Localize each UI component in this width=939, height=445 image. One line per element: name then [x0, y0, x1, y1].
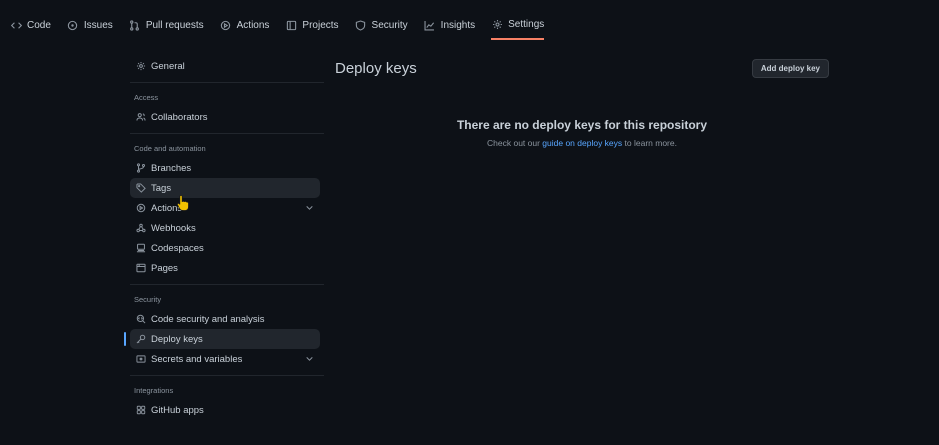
- sidebar-item-general[interactable]: General: [130, 56, 320, 76]
- tab-label: Settings: [508, 18, 545, 30]
- sidebar-heading-code-automation: Code and automation: [134, 144, 206, 153]
- sidebar-item-label: Webhooks: [151, 222, 196, 234]
- sidebar-item-actions[interactable]: Actions: [130, 198, 320, 218]
- sidebar-item-label: Secrets and variables: [151, 353, 243, 365]
- divider: [130, 284, 324, 285]
- people-icon: [135, 112, 146, 123]
- shield-icon: [355, 19, 367, 31]
- tab-label: Pull requests: [145, 19, 204, 31]
- apps-icon: [135, 405, 146, 416]
- sidebar-item-code-security[interactable]: Code security and analysis: [130, 309, 320, 329]
- chevron-down-icon: [306, 206, 313, 210]
- codescan-icon: [135, 314, 146, 325]
- webhook-icon: [135, 223, 146, 234]
- sidebar-item-label: Tags: [151, 182, 172, 194]
- sidebar-item-pages[interactable]: Pages: [130, 258, 320, 278]
- deploy-keys-guide-link[interactable]: guide on deploy keys: [542, 138, 622, 148]
- gear-icon: [135, 61, 146, 72]
- play-icon: [220, 19, 232, 31]
- code-icon: [10, 19, 22, 31]
- sidebar-item-tags[interactable]: Tags: [130, 178, 320, 198]
- blank-state: There are no deploy keys for this reposi…: [335, 118, 829, 148]
- tab-actions[interactable]: Actions: [220, 10, 270, 40]
- git-pull-request-icon: [129, 19, 141, 31]
- sidebar-heading-integrations: Integrations: [134, 386, 174, 395]
- sidebar-heading-access: Access: [134, 93, 159, 102]
- git-branch-icon: [135, 163, 146, 174]
- sidebar-heading-security: Security: [134, 295, 162, 304]
- key-asterisk-icon: [135, 354, 146, 365]
- sidebar-item-codespaces[interactable]: Codespaces: [130, 238, 320, 258]
- sidebar-item-label: GitHub apps: [151, 404, 204, 416]
- repo-nav: Code Issues Pull requests Actions Projec…: [0, 0, 939, 50]
- sidebar-item-label: Deploy keys: [151, 333, 203, 345]
- blank-state-title: There are no deploy keys for this reposi…: [456, 118, 708, 132]
- sidebar-item-secrets[interactable]: Secrets and variables: [130, 349, 320, 369]
- sidebar-item-label: Codespaces: [151, 242, 204, 254]
- hand-cursor-icon: [176, 194, 189, 211]
- sidebar-item-label: Branches: [151, 162, 192, 174]
- blank-desc-prefix: Check out our: [487, 138, 543, 148]
- tab-projects[interactable]: Projects: [285, 10, 339, 40]
- blank-desc-suffix: to learn more.: [622, 138, 677, 148]
- divider: [130, 375, 324, 376]
- tab-insights[interactable]: Insights: [424, 10, 475, 40]
- tab-label: Insights: [440, 19, 476, 31]
- tab-label: Actions: [236, 19, 270, 31]
- tab-label: Security: [371, 19, 408, 31]
- browser-icon: [135, 263, 146, 274]
- page-title: Deploy keys: [335, 60, 417, 77]
- tab-label: Code: [27, 19, 51, 31]
- table-icon: [285, 19, 297, 31]
- tab-issues[interactable]: Issues: [67, 10, 113, 40]
- add-deploy-key-button[interactable]: Add deploy key: [751, 59, 829, 78]
- divider: [130, 133, 324, 134]
- sidebar-item-deploy-keys[interactable]: Deploy keys: [124, 329, 320, 349]
- tab-security[interactable]: Security: [355, 10, 408, 40]
- sidebar-item-label: General: [151, 60, 185, 72]
- tab-label: Issues: [83, 19, 113, 31]
- sidebar-item-github-apps[interactable]: GitHub apps: [130, 400, 320, 420]
- tag-icon: [135, 183, 146, 194]
- key-icon: [135, 334, 146, 345]
- sidebar-item-label: Collaborators: [151, 111, 208, 123]
- tab-pull-requests[interactable]: Pull requests: [129, 10, 204, 40]
- graph-icon: [424, 19, 436, 31]
- tab-settings[interactable]: Settings: [491, 10, 545, 40]
- divider: [130, 82, 324, 83]
- chevron-down-icon: [306, 357, 313, 361]
- sidebar-item-branches[interactable]: Branches: [130, 158, 320, 178]
- settings-sidebar: General Access Collaborators Code and au…: [124, 54, 324, 420]
- sidebar-item-webhooks[interactable]: Webhooks: [130, 218, 320, 238]
- sidebar-item-label: Pages: [151, 262, 178, 274]
- sidebar-item-collaborators[interactable]: Collaborators: [130, 107, 320, 127]
- issue-opened-icon: [67, 19, 79, 31]
- codespaces-icon: [135, 243, 146, 254]
- blank-state-description: Check out our guide on deploy keys to le…: [335, 138, 829, 148]
- tab-label: Projects: [302, 19, 339, 31]
- sidebar-item-label: Code security and analysis: [151, 313, 265, 325]
- play-icon: [135, 203, 146, 214]
- tab-code[interactable]: Code: [10, 10, 51, 40]
- gear-icon: [491, 18, 503, 30]
